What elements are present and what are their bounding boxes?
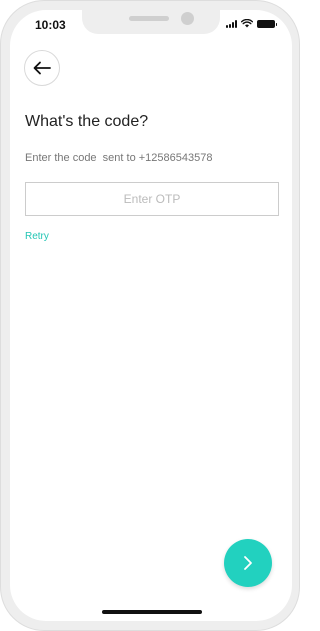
retry-link[interactable]: Retry	[25, 231, 49, 242]
wifi-icon	[241, 19, 253, 28]
otp-sent-message: Enter the code sent to +12586543578	[25, 152, 213, 164]
page-title: What's the code?	[25, 113, 149, 130]
phone-frame: 10:03 What's the code? Enter the code se…	[0, 0, 300, 631]
back-button[interactable]	[24, 50, 60, 86]
status-time: 10:03	[35, 18, 66, 32]
status-icons	[226, 19, 277, 28]
signal-icon	[226, 20, 237, 28]
otp-input[interactable]	[25, 182, 279, 216]
speaker-grille	[129, 16, 169, 21]
arrow-left-icon	[33, 61, 51, 75]
next-button[interactable]	[224, 539, 272, 587]
camera-icon	[181, 12, 194, 25]
battery-icon	[257, 20, 277, 28]
home-indicator	[102, 610, 202, 614]
chevron-right-icon	[244, 556, 252, 570]
screen: 10:03 What's the code? Enter the code se…	[10, 10, 292, 621]
notch	[82, 10, 220, 34]
